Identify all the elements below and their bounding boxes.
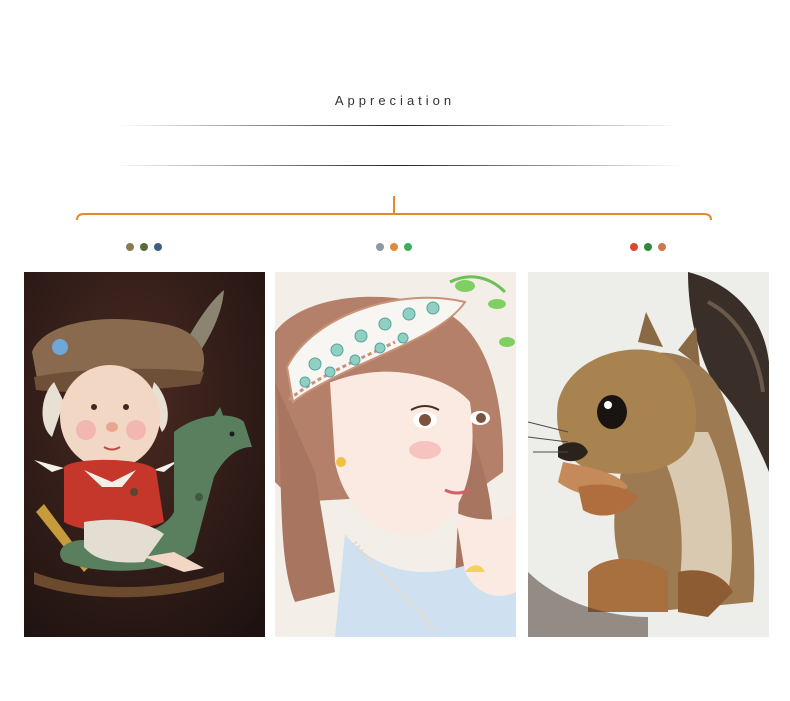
color-dot	[630, 243, 638, 251]
color-dot	[376, 243, 384, 251]
divider-top	[118, 125, 680, 126]
page-title: Appreciation	[334, 93, 456, 108]
color-dot	[390, 243, 398, 251]
divider-bottom	[112, 165, 684, 166]
bracket-connector	[76, 196, 712, 221]
color-dots-1	[126, 243, 162, 251]
color-dots-2	[376, 243, 412, 251]
artwork-rocking-horse-child	[24, 272, 265, 637]
color-dot	[154, 243, 162, 251]
color-dot	[140, 243, 148, 251]
color-dot	[658, 243, 666, 251]
color-dot	[126, 243, 134, 251]
artwork-squirrel	[528, 272, 769, 637]
color-dot	[644, 243, 652, 251]
color-dot	[404, 243, 412, 251]
color-dots-3	[630, 243, 666, 251]
artwork-lace-headband-girl	[275, 272, 516, 637]
